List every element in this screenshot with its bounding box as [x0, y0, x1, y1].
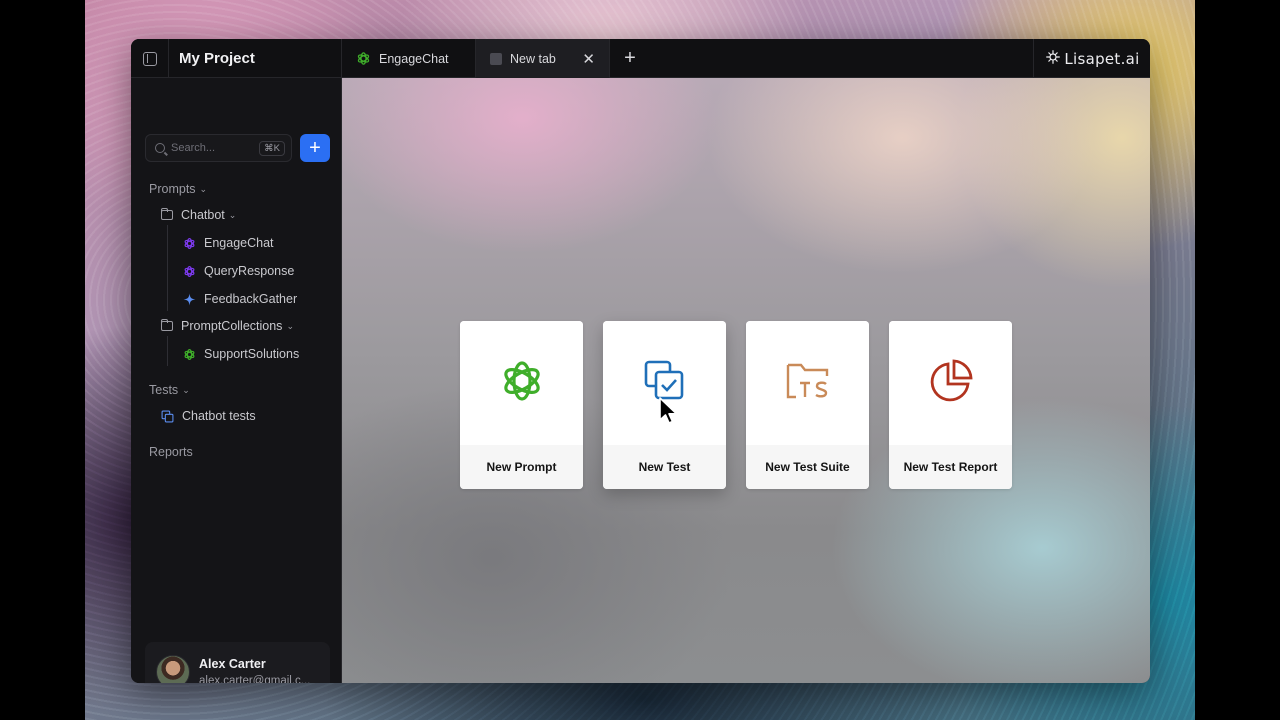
brand-logo: Lisapet.ai	[1033, 39, 1150, 78]
user-profile-card[interactable]: Alex Carter alex.carter@gmail.c...	[145, 642, 330, 683]
sidebar-toggle-button[interactable]	[131, 39, 169, 78]
search-icon	[155, 143, 165, 153]
new-prompt-card[interactable]: New Prompt	[460, 321, 583, 489]
tab-new-tab[interactable]: New tab ✕	[476, 39, 610, 78]
add-tab-button[interactable]: +	[610, 39, 650, 78]
prompt-hexagon-icon	[183, 265, 196, 278]
section-prompts[interactable]: Prompts ⌄	[149, 182, 207, 196]
section-label: Reports	[149, 445, 193, 459]
sidebar-item-supportsolutions[interactable]: SupportSolutions	[183, 347, 299, 361]
tab-label: New tab	[510, 51, 556, 66]
openai-icon	[356, 51, 371, 66]
card-label: New Prompt	[460, 445, 583, 489]
project-header: My Project	[131, 39, 342, 78]
add-item-button[interactable]: +	[300, 134, 330, 162]
user-email: alex.carter@gmail.c...	[199, 675, 311, 683]
sparkle-icon	[183, 293, 196, 306]
lisapet-logo-icon	[1044, 48, 1062, 70]
chevron-down-icon: ⌄	[228, 209, 237, 220]
card-label: New Test Suite	[746, 445, 869, 489]
openai-icon	[183, 348, 196, 361]
folder-icon	[160, 208, 173, 220]
openai-icon	[498, 357, 546, 410]
folder-icon	[160, 319, 173, 331]
card-icon-area	[746, 321, 869, 445]
item-label: Chatbot tests	[182, 409, 256, 423]
card-label: New Test	[603, 445, 726, 489]
search-input[interactable]	[171, 142, 255, 154]
sidebar-item-chatbot-tests[interactable]: Chatbot tests	[161, 409, 256, 423]
sidebar: ⌘K + Prompts ⌄ Chatbot ⌄	[131, 78, 342, 683]
item-label: EngageChat	[204, 236, 274, 250]
item-label: SupportSolutions	[204, 347, 300, 361]
folder-promptcollections[interactable]: PromptCollections ⌄	[160, 319, 294, 333]
item-label: QueryResponse	[204, 264, 295, 278]
folder-ts-icon	[784, 359, 832, 408]
test-copy-icon	[161, 410, 174, 423]
mouse-pointer-icon	[658, 396, 680, 431]
folder-label: PromptCollections	[181, 319, 283, 333]
folder-chatbot[interactable]: Chatbot ⌄	[160, 208, 237, 222]
sidebar-item-engagechat[interactable]: EngageChat	[183, 236, 274, 250]
sidebar-item-queryresponse[interactable]: QueryResponse	[183, 264, 294, 278]
card-label: New Test Report	[889, 445, 1012, 489]
top-bar: My Project EngageChat New tab ✕ + Lisape…	[131, 39, 1150, 78]
folder-label: Chatbot	[181, 208, 225, 222]
new-test-suite-card[interactable]: New Test Suite	[746, 321, 869, 489]
avatar	[156, 655, 190, 683]
chevron-down-icon: ⌄	[182, 384, 190, 395]
chevron-down-icon: ⌄	[199, 183, 208, 194]
tree-line	[167, 225, 168, 311]
card-icon-area	[889, 321, 1012, 445]
pie-chart-icon	[928, 358, 974, 409]
shortcut-badge: ⌘K	[259, 140, 285, 156]
section-label: Tests	[149, 383, 179, 397]
tree-line	[167, 336, 168, 366]
app-window: My Project EngageChat New tab ✕ + Lisape…	[131, 39, 1150, 683]
tab-engagechat[interactable]: EngageChat	[342, 39, 476, 78]
new-test-report-card[interactable]: New Test Report	[889, 321, 1012, 489]
tab-label: EngageChat	[379, 51, 449, 66]
sidebar-toggle-icon	[142, 51, 157, 66]
section-label: Prompts	[149, 182, 196, 196]
main-content: New Prompt New Test New Test Suite New T…	[342, 78, 1150, 683]
close-icon[interactable]: ✕	[582, 50, 595, 68]
sidebar-item-feedbackgather[interactable]: FeedbackGather	[183, 292, 297, 306]
project-title: My Project	[179, 50, 255, 67]
search-box[interactable]: ⌘K	[145, 134, 292, 162]
blank-tab-icon	[490, 52, 502, 65]
section-reports[interactable]: Reports	[149, 445, 193, 459]
item-label: FeedbackGather	[204, 292, 298, 306]
card-icon-area	[460, 321, 583, 445]
prompt-hexagon-icon	[183, 237, 196, 250]
brand-name: Lisapet.ai	[1064, 49, 1140, 68]
section-tests[interactable]: Tests ⌄	[149, 383, 190, 397]
chevron-down-icon: ⌄	[286, 320, 294, 331]
user-name: Alex Carter	[199, 657, 266, 671]
